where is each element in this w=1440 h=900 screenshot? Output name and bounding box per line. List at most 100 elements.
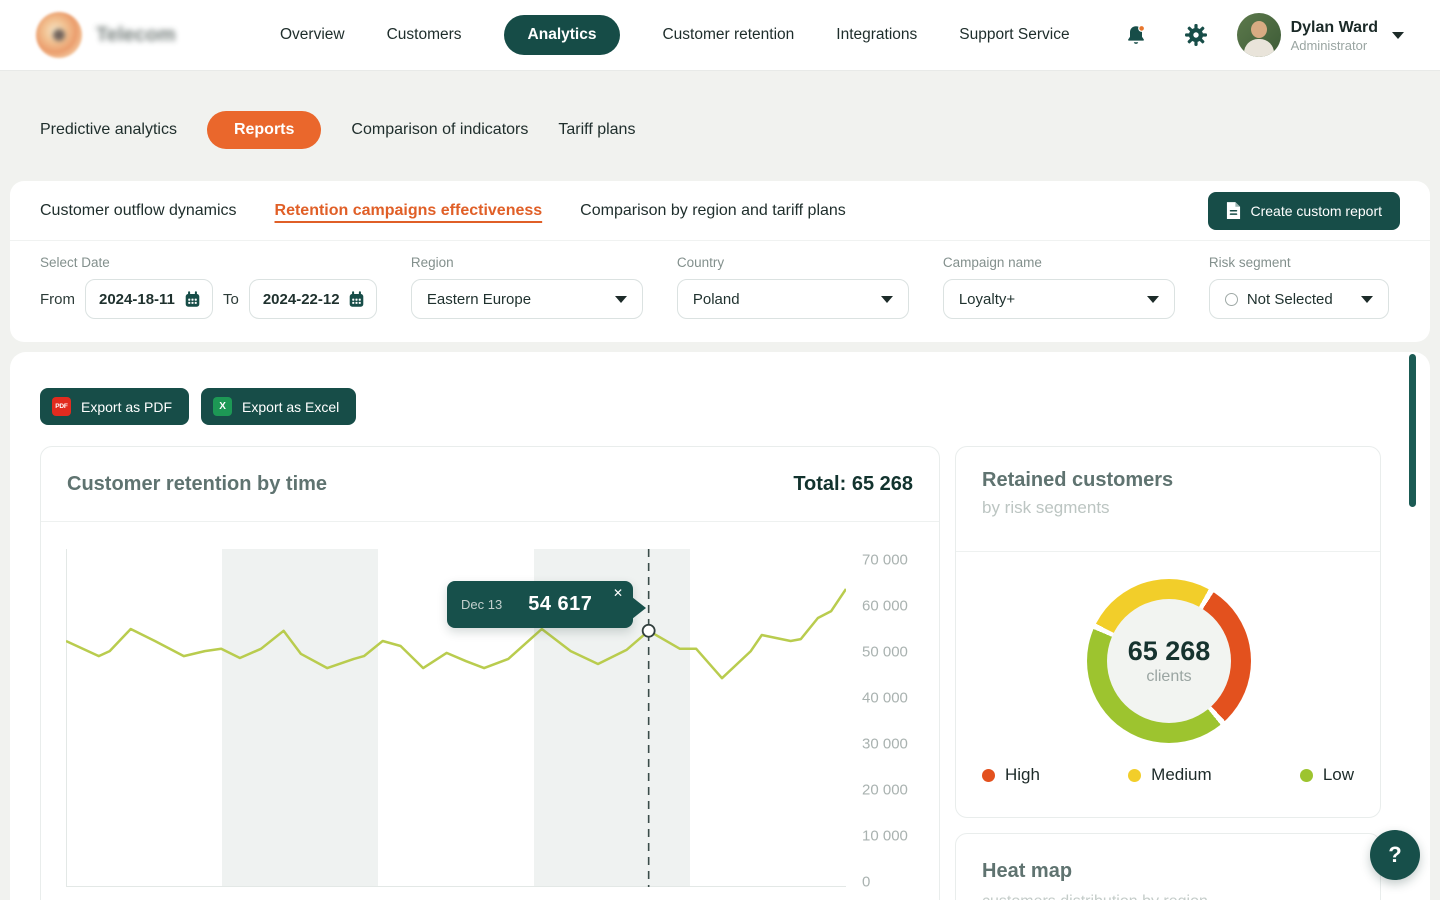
y-axis-tick: 50 000	[862, 644, 908, 661]
export-toolbar: PDF Export as PDF X Export as Excel	[40, 388, 356, 425]
y-axis-tick: 60 000	[862, 598, 908, 615]
country-value: Poland	[693, 291, 740, 308]
nav-support-service[interactable]: Support Service	[959, 26, 1069, 44]
tab-comparison-by-region[interactable]: Comparison by region and tariff plans	[580, 202, 846, 220]
legend-item-high: High	[982, 765, 1040, 785]
tab-customer-outflow-dynamics[interactable]: Customer outflow dynamics	[40, 202, 237, 220]
heat-map-card: Heat map customers distribution by regio…	[955, 833, 1381, 900]
user-menu[interactable]: Dylan Ward Administrator	[1237, 13, 1404, 57]
scrollbar-thumb[interactable]	[1409, 354, 1416, 507]
create-custom-report-label: Create custom report	[1251, 203, 1383, 219]
settings-gear-icon[interactable]	[1177, 16, 1215, 54]
tab-retention-campaigns-effectiveness[interactable]: Retention campaigns effectiveness	[275, 202, 543, 220]
region-value: Eastern Europe	[427, 291, 531, 308]
chevron-down-icon	[1361, 296, 1373, 303]
date-from-label: From	[40, 291, 75, 308]
nav-customer-retention[interactable]: Customer retention	[662, 26, 794, 44]
notifications-bell-icon[interactable]	[1117, 16, 1155, 54]
risk-segment-select[interactable]: Not Selected	[1209, 279, 1389, 319]
report-tabs: Customer outflow dynamics Retention camp…	[10, 181, 1430, 241]
date-to-value: 2024-22-12	[263, 291, 340, 308]
pdf-icon: PDF	[52, 397, 71, 416]
create-custom-report-button[interactable]: Create custom report	[1208, 192, 1401, 230]
avatar	[1237, 13, 1281, 57]
chevron-down-icon	[615, 296, 627, 303]
filter-risk-segment: Risk segment Not Selected	[1209, 255, 1389, 319]
chevron-down-icon	[1147, 296, 1159, 303]
heat-map-title: Heat map	[982, 860, 1354, 883]
calendar-icon	[184, 291, 201, 308]
filter-region: Region Eastern Europe	[411, 255, 643, 319]
brand-logo-icon	[36, 12, 82, 58]
document-icon	[1226, 201, 1241, 220]
filter-country-label: Country	[677, 255, 909, 270]
calendar-icon	[348, 291, 365, 308]
nav-analytics[interactable]: Analytics	[504, 15, 621, 55]
user-name: Dylan Ward	[1291, 18, 1378, 38]
filter-risk-label: Risk segment	[1209, 255, 1389, 270]
filter-country: Country Poland	[677, 255, 909, 319]
filter-region-label: Region	[411, 255, 643, 270]
donut-center-value: 65 268	[1128, 636, 1211, 667]
legend-item-medium: Medium	[1128, 765, 1211, 785]
donut-chart[interactable]: 65 268 clients	[1087, 579, 1251, 743]
y-axis-tick: 20 000	[862, 782, 908, 799]
tab-reports[interactable]: Reports	[207, 111, 321, 149]
campaign-select[interactable]: Loyalty+	[943, 279, 1175, 319]
tooltip-value: 54 617	[528, 593, 592, 616]
y-axis-tick: 0	[862, 874, 870, 891]
nav-integrations[interactable]: Integrations	[836, 26, 917, 44]
retention-line-chart-card: Customer retention by time Total: 65 268…	[40, 446, 940, 900]
donut-center-label: clients	[1146, 668, 1191, 686]
retained-customers-card: Retained customers by risk segments 65 2…	[955, 446, 1381, 818]
nav-customers[interactable]: Customers	[387, 26, 462, 44]
date-to-input[interactable]: 2024-22-12	[249, 279, 377, 319]
tab-predictive-analytics[interactable]: Predictive analytics	[40, 121, 177, 139]
country-select[interactable]: Poland	[677, 279, 909, 319]
y-axis-tick: 70 000	[862, 552, 908, 569]
help-button[interactable]: ?	[1370, 830, 1420, 880]
chart-tooltip: Dec 13 54 617 ✕	[447, 581, 633, 628]
campaign-value: Loyalty+	[959, 291, 1015, 308]
tab-tariff-plans[interactable]: Tariff plans	[558, 121, 635, 139]
filters-row: Select Date From 2024-18-11 To 2024-22-1…	[10, 241, 1430, 319]
tooltip-close-icon[interactable]: ✕	[613, 586, 623, 600]
date-from-input[interactable]: 2024-18-11	[85, 279, 213, 319]
line-chart-plot: Dec 13 54 617 ✕	[66, 549, 846, 887]
filter-date: Select Date From 2024-18-11 To 2024-22-1…	[40, 255, 377, 319]
date-to-label: To	[223, 291, 239, 308]
donut-card-title: Retained customers	[982, 469, 1354, 492]
main-nav: Overview Customers Analytics Customer re…	[280, 15, 1070, 55]
date-from-value: 2024-18-11	[99, 291, 175, 308]
legend-dot-high	[982, 769, 995, 782]
top-bar: Telecom Overview Customers Analytics Cus…	[0, 0, 1440, 71]
legend-dot-low	[1300, 769, 1313, 782]
filter-date-label: Select Date	[40, 255, 377, 270]
donut-legend: High Medium Low	[956, 765, 1380, 785]
top-actions: Dylan Ward Administrator	[1117, 13, 1404, 57]
chevron-down-icon	[1392, 32, 1404, 39]
nav-overview[interactable]: Overview	[280, 26, 345, 44]
user-role: Administrator	[1291, 38, 1378, 53]
tooltip-date: Dec 13	[461, 597, 502, 612]
legend-dot-medium	[1128, 769, 1141, 782]
region-select[interactable]: Eastern Europe	[411, 279, 643, 319]
chevron-down-icon	[881, 296, 893, 303]
filter-campaign-label: Campaign name	[943, 255, 1175, 270]
export-excel-label: Export as Excel	[242, 399, 339, 415]
report-content-card: PDF Export as PDF X Export as Excel Cust…	[10, 352, 1430, 900]
analytics-section-tabs: Predictive analytics Reports Comparison …	[40, 111, 635, 149]
brand-name: Telecom	[96, 24, 176, 47]
export-pdf-label: Export as PDF	[81, 399, 172, 415]
risk-value: Not Selected	[1247, 291, 1333, 308]
y-axis-tick: 30 000	[862, 736, 908, 753]
line-chart-title: Customer retention by time	[67, 473, 327, 496]
report-controls-card: Customer outflow dynamics Retention camp…	[10, 181, 1430, 342]
export-pdf-button[interactable]: PDF Export as PDF	[40, 388, 189, 425]
export-excel-button[interactable]: X Export as Excel	[201, 388, 356, 425]
legend-item-low: Low	[1300, 765, 1354, 785]
y-axis-tick: 10 000	[862, 828, 908, 845]
heat-map-subtitle: customers distribution by region	[982, 893, 1354, 900]
tab-comparison-of-indicators[interactable]: Comparison of indicators	[351, 121, 528, 139]
filter-campaign: Campaign name Loyalty+	[943, 255, 1175, 319]
